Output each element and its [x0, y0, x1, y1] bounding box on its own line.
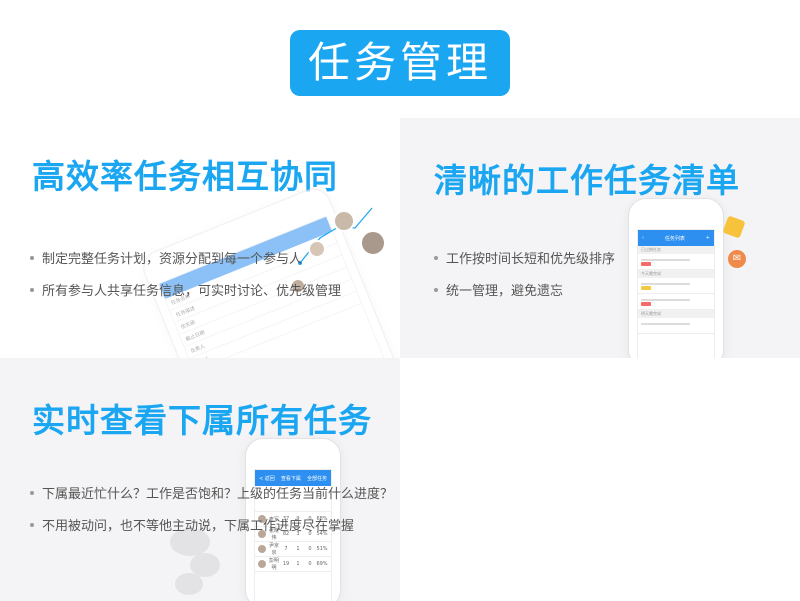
phone-top-bar: ‹ 任务列表 + — [638, 230, 714, 246]
phone-mockup: ‹ 任务列表 + 已过期任务 今天需完成 明天需完成 — [628, 198, 724, 358]
feature-item: 不用被动问，也不等他主动说，下属工作进度尽在掌握 — [30, 515, 393, 534]
list-section: 明天需完成 — [638, 310, 714, 318]
list-section: 已过期任务 — [638, 246, 714, 254]
feature-item: 工作按时间长短和优先级排序 — [434, 248, 615, 267]
feature-list: 制定完整任务计划，资源分配到每一个参与人 所有参与人共享任务信息，可实时讨论、优… — [30, 248, 341, 312]
panel-subordinates: 实时查看下属所有任务 < 返回 查看下属 全部任务 李军 37 9 0 68% 张晓伟 8… — [0, 358, 400, 601]
feature-item: 统一管理，避免遗忘 — [434, 280, 615, 299]
panel-title: 清晰的工作任务清单 — [434, 161, 740, 200]
panel-empty — [400, 358, 800, 601]
phone-screen: ‹ 任务列表 + 已过期任务 今天需完成 明天需完成 — [637, 229, 715, 358]
feature-page: 任务管理 高效率任务相互协同 任务名称 任务描述 优先级 截止日期 负责人 参与… — [0, 0, 800, 601]
list-item — [638, 318, 714, 334]
table-row: 彭明明 19 1 0 69% — [255, 557, 331, 572]
feature-list: 下属最近忙什么？工作是否饱和？上级的任务当前什么进度？ 不用被动问，也不等他主动… — [30, 483, 393, 547]
chat-bubble-icon: ✉ — [728, 250, 746, 268]
feature-list: 工作按时间长短和优先级排序 统一管理，避免遗忘 — [434, 248, 615, 312]
list-item — [638, 294, 714, 310]
connection-line-icon — [298, 207, 373, 265]
panel-title: 实时查看下属所有任务 — [32, 401, 372, 440]
star-icon — [722, 215, 746, 239]
list-section: 今天需完成 — [638, 270, 714, 278]
user-avatar-icon — [360, 230, 386, 256]
user-avatar-icon — [333, 210, 355, 232]
list-item — [638, 254, 714, 270]
feature-item: 制定完整任务计划，资源分配到每一个参与人 — [30, 248, 341, 267]
page-title: 任务管理 — [290, 30, 510, 96]
feature-item: 所有参与人共享任务信息，可实时讨论、优先级管理 — [30, 280, 341, 299]
feature-item: 下属最近忙什么？工作是否饱和？上级的任务当前什么进度？ — [30, 483, 393, 502]
panel-task-list: 清晰的工作任务清单 工作按时间长短和优先级排序 统一管理，避免遗忘 ‹ 任务列表 +… — [400, 118, 800, 358]
decorative-shape — [175, 573, 203, 595]
list-item — [638, 278, 714, 294]
panel-collaboration: 高效率任务相互协同 任务名称 任务描述 优先级 截止日期 负责人 参与人 制定完… — [0, 118, 400, 358]
